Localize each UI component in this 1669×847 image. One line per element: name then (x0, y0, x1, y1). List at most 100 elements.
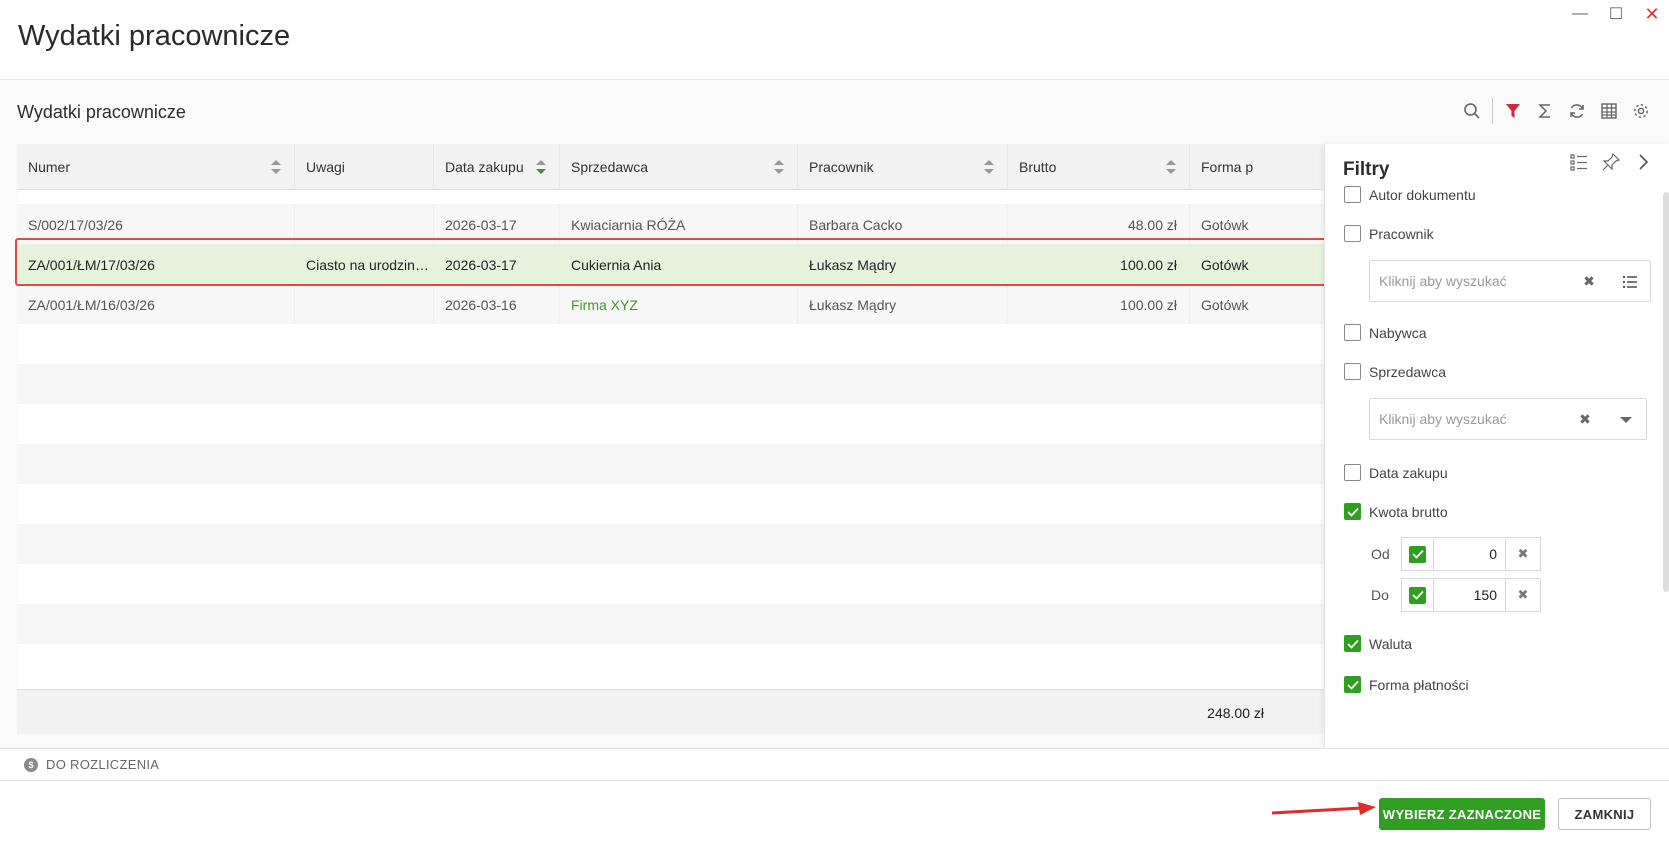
checkbox[interactable] (1344, 464, 1361, 481)
window-title: Wydatki pracownicze (18, 20, 291, 52)
checkbox-checked[interactable] (1344, 503, 1361, 520)
filter-label: Waluta (1369, 635, 1413, 652)
checkbox[interactable] (1344, 324, 1361, 341)
cell-numer: ZA/001/ŁM/16/03/26 (17, 284, 295, 326)
filter-waluta[interactable]: Waluta (1344, 635, 1412, 652)
do-value-input[interactable] (1434, 579, 1506, 611)
sort-icon[interactable] (270, 158, 282, 176)
close-window-button[interactable]: ✕ (1641, 4, 1663, 24)
checkbox[interactable] (1344, 186, 1361, 203)
close-button[interactable]: ZAMKNIJ (1558, 798, 1651, 830)
dialog-footer: WYBIERZ ZAZNACZONE ZAMKNIJ (0, 781, 1669, 847)
grid-toolbar (1460, 98, 1653, 124)
range-od: Od ✖ (1371, 537, 1541, 571)
clear-icon[interactable]: ✖ (1580, 272, 1598, 290)
cell-sprzedawca: Kwiaciarnia RÓŻA (560, 204, 798, 246)
filter-sprzedawca[interactable]: Sprzedawca (1344, 363, 1446, 380)
cell-numer: ZA/001/ŁM/17/03/26 (17, 244, 295, 286)
checkbox-checked[interactable] (1409, 586, 1426, 604)
minimize-button[interactable]: — (1569, 4, 1591, 24)
sort-icon[interactable] (773, 158, 785, 176)
filters-panel: Filtry Autor dokumentu Pracownik ✖ Nabyw… (1324, 144, 1669, 748)
filter-icon[interactable] (1501, 99, 1525, 123)
status-label: DO ROZLICZENIA (46, 757, 160, 772)
empty-row (17, 604, 1324, 646)
select-checked-button[interactable]: WYBIERZ ZAZNACZONE (1379, 798, 1545, 830)
column-header-brutto[interactable]: Brutto (1008, 144, 1190, 190)
pracownik-search-input[interactable] (1370, 261, 1570, 301)
filter-nabywca[interactable]: Nabywca (1344, 324, 1427, 341)
filter-kwota-brutto[interactable]: Kwota brutto (1344, 503, 1448, 520)
clear-icon[interactable]: ✖ (1506, 579, 1540, 611)
clear-icon[interactable]: ✖ (1576, 410, 1594, 428)
empty-row (17, 364, 1324, 406)
sum-icon[interactable] (1533, 99, 1557, 123)
cell-data: 2026-03-17 (434, 244, 560, 286)
checkbox-checked[interactable] (1344, 676, 1361, 693)
title-bar: Wydatki pracownicze (0, 0, 1669, 80)
range-label: Do (1371, 587, 1389, 603)
toolbar-divider (1492, 98, 1493, 124)
sort-icon[interactable] (983, 158, 995, 176)
settings-icon[interactable] (1629, 99, 1653, 123)
cell-forma: Gotówk (1201, 297, 1249, 313)
column-header-uwagi[interactable]: Uwagi (295, 144, 434, 190)
column-label: Uwagi (306, 159, 345, 175)
filter-label: Sprzedawca (1369, 363, 1447, 380)
cell-uwagi (295, 204, 434, 246)
collapse-panel-icon[interactable] (1633, 152, 1653, 177)
dollar-icon: $ (24, 757, 38, 772)
column-label: Pracownik (809, 159, 874, 175)
empty-row (17, 644, 1324, 686)
grid-header: Numer Uwagi Data zakupu Sprzedawca Praco… (17, 144, 1324, 190)
cell-pracownik: Łukasz Mądry (798, 244, 1008, 286)
column-label: Forma p (1201, 159, 1254, 175)
filters-scrollbar[interactable] (1663, 192, 1669, 592)
search-icon[interactable] (1460, 99, 1484, 123)
pin-icon[interactable] (1601, 152, 1621, 177)
filter-label: Forma płatności (1369, 676, 1469, 693)
filter-label: Autor dokumentu (1369, 186, 1476, 203)
filter-autor-dokumentu[interactable]: Autor dokumentu (1344, 186, 1476, 203)
sort-icon[interactable] (1165, 158, 1177, 176)
cell-brutto: 100.00 zł (1008, 284, 1190, 326)
table-row[interactable]: ZA/001/ŁM/16/03/26 2026-03-16 Firma XYZ … (17, 284, 1324, 326)
table-row[interactable]: S/002/17/03/26 2026-03-17 Kwiaciarnia RÓ… (17, 204, 1324, 246)
filter-label: Kwota brutto (1369, 503, 1448, 520)
cell-data: 2026-03-17 (434, 204, 560, 246)
empty-row (17, 564, 1324, 606)
column-header-forma[interactable]: Forma p (1190, 144, 1324, 190)
filter-label: Nabywca (1369, 324, 1427, 341)
sort-icon[interactable] (535, 158, 547, 176)
od-value-input[interactable] (1434, 538, 1506, 570)
column-header-numer[interactable]: Numer (17, 144, 295, 190)
refresh-icon[interactable] (1565, 99, 1589, 123)
checkbox[interactable] (1344, 225, 1361, 242)
filter-label: Pracownik (1369, 225, 1434, 242)
clear-icon[interactable]: ✖ (1506, 538, 1540, 570)
checkbox-checked[interactable] (1344, 635, 1361, 652)
list-options-icon[interactable] (1569, 152, 1589, 177)
empty-row (17, 524, 1324, 566)
filter-label: Data zakupu (1369, 464, 1448, 481)
filter-pracownik[interactable]: Pracownik (1344, 225, 1434, 242)
checkbox-checked[interactable] (1409, 545, 1426, 563)
column-header-pracownik[interactable]: Pracownik (798, 144, 1008, 190)
cell-sprzedawca-link[interactable]: Firma XYZ (560, 284, 798, 326)
column-label: Numer (28, 159, 71, 175)
table-row-selected[interactable]: ZA/001/ŁM/17/03/26 Ciasto na urodzin… 20… (17, 244, 1324, 286)
range-do-box: ✖ (1401, 578, 1541, 612)
checkbox[interactable] (1344, 363, 1361, 380)
grid-summary-row: 248.00 zł (17, 689, 1324, 734)
column-header-data-zakupu[interactable]: Data zakupu (434, 144, 560, 190)
filter-data-zakupu[interactable]: Data zakupu (1344, 464, 1448, 481)
column-header-sprzedawca[interactable]: Sprzedawca (560, 144, 798, 190)
filter-forma-platnosci[interactable]: Forma płatności (1344, 676, 1469, 693)
maximize-button[interactable]: ☐ (1605, 4, 1627, 24)
sprzedawca-search-input[interactable] (1370, 399, 1570, 439)
list-icon[interactable] (1620, 272, 1640, 292)
column-label: Sprzedawca (571, 159, 649, 175)
chevron-down-icon[interactable] (1616, 410, 1636, 430)
range-checkbox-wrap (1402, 538, 1434, 570)
columns-icon[interactable] (1597, 99, 1621, 123)
